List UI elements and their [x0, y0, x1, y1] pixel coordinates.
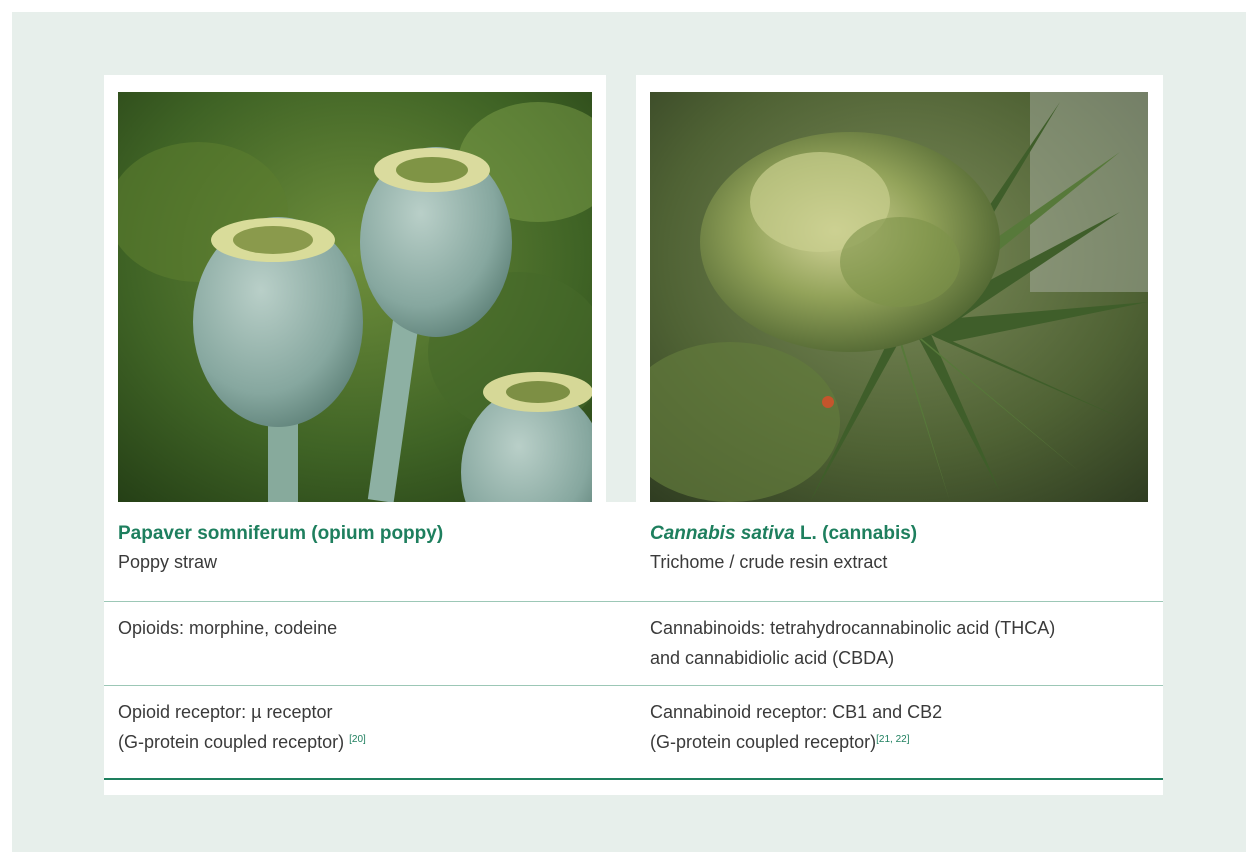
cannabis-receptor-line2: (G-protein coupled receptor)[21, 22]	[650, 728, 909, 756]
poppy-title: Papaver somniferum (opium poppy)	[118, 523, 444, 544]
cannabis-compounds-line1: Cannabinoids: tetrahydrocannabinolic aci…	[650, 618, 1056, 638]
card-gap	[606, 502, 636, 795]
cannabis-compounds-line2: and cannabidiolic acid (CBDA)	[650, 648, 895, 668]
cannabis-title-rest: L. (cannabis)	[794, 523, 918, 544]
cannabis-reference[interactable]: [21, 22]	[876, 734, 909, 745]
cannabis-receptor-type: (G-protein coupled receptor)	[650, 732, 877, 752]
cannabis-title: Cannabis sativa L. (cannabis)	[650, 520, 917, 548]
poppy-subtitle: Poppy straw	[118, 552, 218, 572]
poppy-compounds: Opioids: morphine, codeine	[118, 618, 338, 638]
cannabis-title-species: Cannabis sativa	[650, 523, 795, 544]
row-divider-2	[104, 685, 1163, 686]
table-bottom-rule	[104, 778, 1163, 780]
poppy-receptor-type: (G-protein coupled receptor)	[118, 732, 350, 752]
poppy-reference[interactable]: [20]	[349, 734, 366, 745]
row-divider-1	[104, 601, 1163, 602]
poppy-receptor-line1: Opioid receptor: µ receptor	[118, 702, 333, 722]
poppy-receptor-line2: (G-protein coupled receptor) [20]	[118, 728, 366, 756]
cannabis-subtitle: Trichome / crude resin extract	[650, 552, 888, 572]
opium-poppy-photo	[118, 92, 592, 502]
cannabis-receptor-line1: Cannabinoid receptor: CB1 and CB2	[650, 702, 943, 722]
cannabis-plant-photo	[650, 92, 1148, 502]
